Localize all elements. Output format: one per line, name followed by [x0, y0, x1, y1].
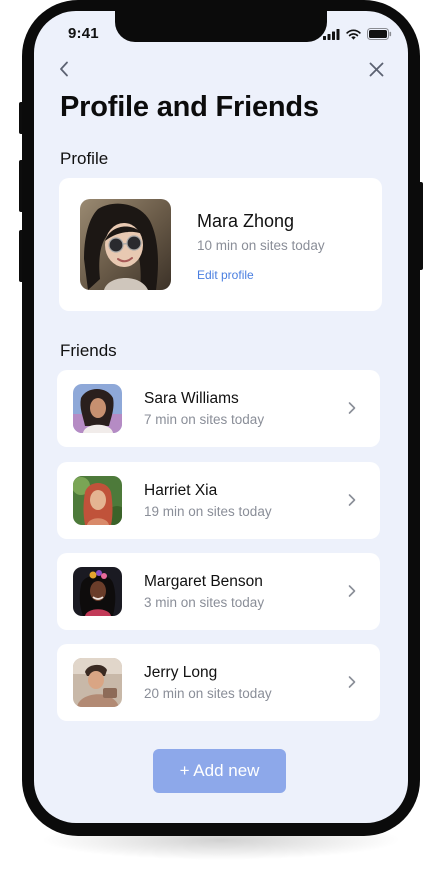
friend-row-margaret-benson[interactable]: Margaret Benson 3 min on sites today — [57, 553, 380, 630]
close-icon — [369, 62, 383, 76]
status-icons — [323, 28, 392, 40]
friend-name: Harriet Xia — [144, 482, 218, 499]
profile-usage: 10 min on sites today — [197, 238, 325, 253]
friend-usage: 3 min on sites today — [144, 595, 265, 610]
friend-usage: 7 min on sites today — [144, 412, 265, 427]
avatar — [73, 476, 122, 525]
friend-name: Sara Williams — [144, 390, 239, 407]
profile-section-label: Profile — [60, 149, 109, 168]
friend-usage: 20 min on sites today — [144, 686, 272, 701]
friend-name: Jerry Long — [144, 664, 218, 681]
avatar — [80, 199, 171, 290]
chevron-right-icon — [348, 585, 356, 597]
friends-section-label: Friends — [60, 341, 117, 360]
back-button[interactable] — [52, 57, 76, 81]
chevron-left-icon — [60, 61, 68, 77]
add-new-button[interactable]: + Add new — [153, 749, 286, 793]
phone-notch — [115, 11, 327, 42]
avatar — [73, 567, 122, 616]
friend-name: Margaret Benson — [144, 573, 263, 590]
avatar — [73, 658, 122, 707]
chevron-right-icon — [348, 402, 356, 414]
page-title: Profile and Friends — [60, 91, 319, 123]
status-time: 9:41 — [68, 25, 99, 42]
friend-row-harriet-xia[interactable]: Harriet Xia 19 min on sites today — [57, 462, 380, 539]
chevron-right-icon — [348, 676, 356, 688]
friend-row-sara-williams[interactable]: Sara Williams 7 min on sites today — [57, 370, 380, 447]
edit-profile-link[interactable]: Edit profile — [197, 268, 254, 282]
wifi-icon — [346, 28, 361, 40]
close-button[interactable] — [364, 57, 388, 81]
app-screen: 9:41 Profile and Friends Profile Mara Zh… — [34, 11, 408, 823]
chevron-right-icon — [348, 494, 356, 506]
profile-card: Mara Zhong 10 min on sites today Edit pr… — [59, 178, 382, 311]
avatar — [73, 384, 122, 433]
battery-icon — [367, 28, 392, 40]
friend-usage: 19 min on sites today — [144, 504, 272, 519]
friend-row-jerry-long[interactable]: Jerry Long 20 min on sites today — [57, 644, 380, 721]
profile-name: Mara Zhong — [197, 211, 295, 231]
signal-icon — [323, 28, 340, 40]
